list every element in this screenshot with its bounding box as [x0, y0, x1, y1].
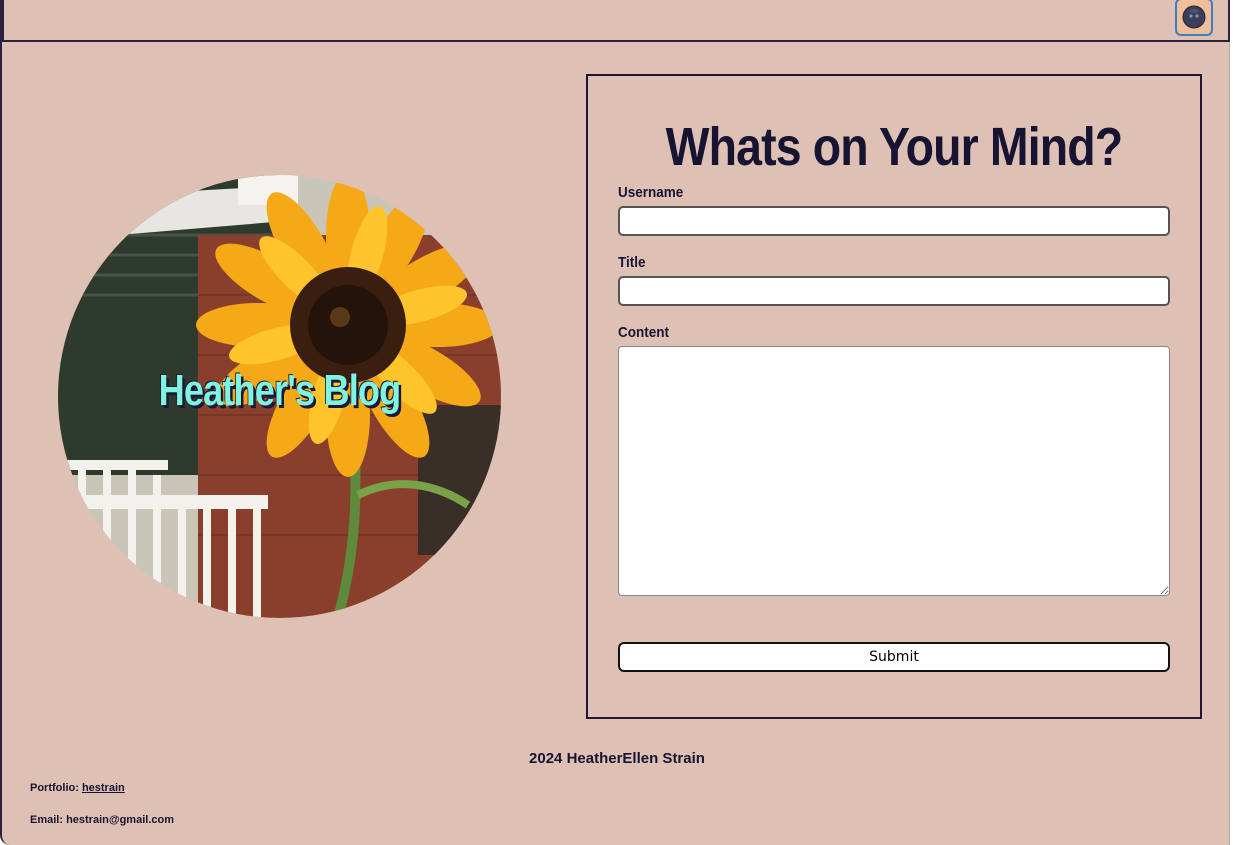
title-input[interactable]	[618, 276, 1170, 306]
title-label: Title	[618, 254, 646, 271]
portfolio-link[interactable]: hestrain	[82, 782, 125, 794]
form-heading: Whats on Your Mind?	[665, 117, 1123, 177]
username-input[interactable]	[618, 206, 1170, 236]
top-navbar	[2, 0, 1230, 42]
submit-button[interactable]: Submit	[618, 642, 1170, 672]
content-textarea[interactable]	[618, 346, 1170, 596]
post-form: Whats on Your Mind? Username Title Conte…	[586, 74, 1202, 719]
copyright-text: 2024 HeatherEllen Strain	[529, 750, 705, 767]
moon-face-icon	[1182, 5, 1206, 29]
theme-toggle-button[interactable]	[1175, 0, 1213, 36]
content-label: Content	[618, 324, 669, 341]
page: Heather's Blog Whats on Your Mind? Usern…	[0, 0, 1230, 845]
email-line: Email: hestrain@gmail.com	[30, 814, 174, 826]
username-label: Username	[618, 184, 684, 201]
portfolio-line: Portfolio: hestrain	[30, 782, 125, 794]
portfolio-prefix: Portfolio:	[30, 782, 82, 794]
blog-title: Heather's Blog	[158, 366, 402, 415]
